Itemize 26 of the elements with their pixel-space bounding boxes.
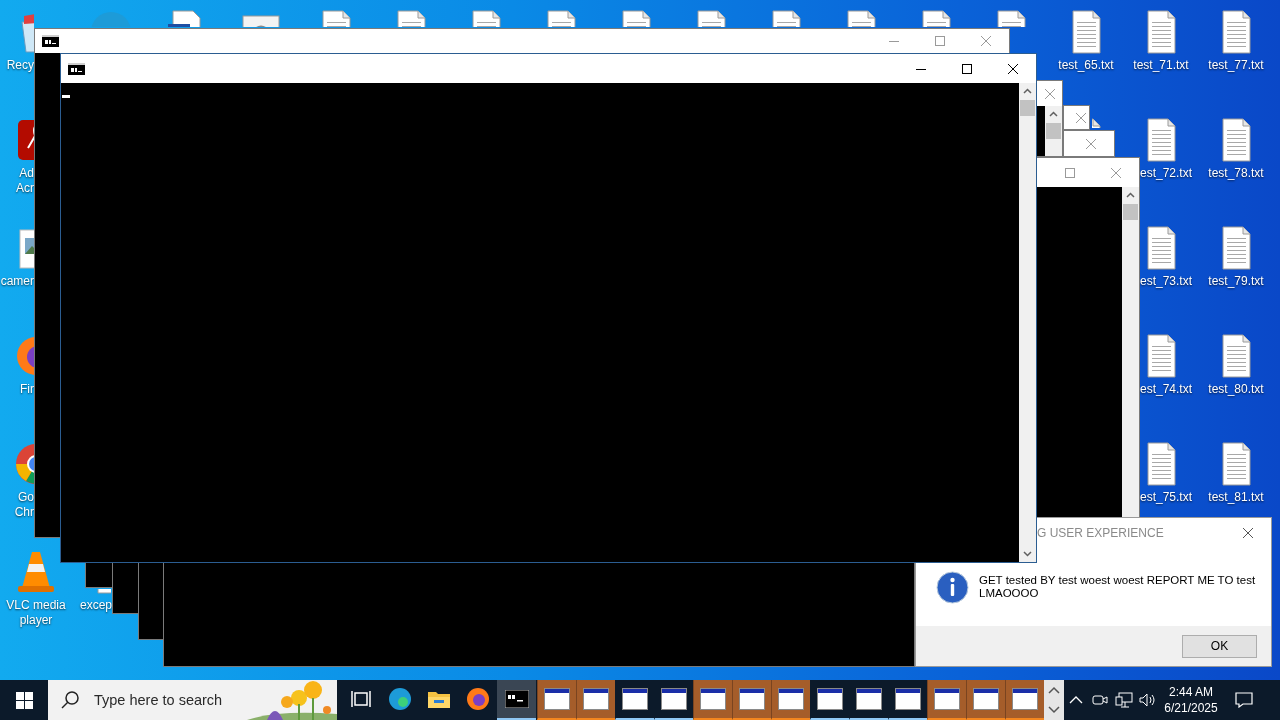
- icon-label: test_79.txt: [1207, 274, 1265, 289]
- icon-label: test_80.txt: [1207, 382, 1265, 397]
- icon-label: Fir: [20, 382, 34, 397]
- icon-label: camer: [0, 274, 34, 289]
- clock[interactable]: 2:44 AM 6/21/2025: [1160, 680, 1222, 720]
- dialog-message: GET tested BY test woest woest REPORT ME TO test LMAOOOO: [979, 574, 1257, 600]
- icon-label: Recy: [6, 58, 34, 73]
- icon-label: est_73.txt: [1140, 274, 1193, 289]
- search-placeholder: Type here to search: [94, 692, 223, 708]
- icon-label: test_81.txt: [1207, 490, 1265, 505]
- ok-button[interactable]: OK: [1182, 634, 1257, 658]
- icon-label: est_74.txt: [1140, 382, 1193, 397]
- icon-label: excep: [79, 598, 112, 613]
- icon-label: test_78.txt: [1207, 166, 1265, 181]
- icon-label: est_72.txt: [1140, 166, 1193, 181]
- icon-label: test_71.txt: [1132, 58, 1190, 73]
- icon-label: test_77.txt: [1207, 58, 1265, 73]
- dialog-title: G USER EXPERIENCE: [1037, 526, 1165, 540]
- clock-time: 2:44 AM: [1169, 684, 1213, 700]
- icon-label: VLC media player: [5, 598, 67, 628]
- icon-label: Ad Acr: [16, 166, 34, 196]
- search-field[interactable]: Type here to search: [48, 680, 337, 720]
- icon-label: Go Chr: [14, 490, 34, 520]
- icon-label: test_65.txt: [1057, 58, 1115, 73]
- icon-label: est_75.txt: [1140, 490, 1193, 505]
- clock-date: 6/21/2025: [1164, 700, 1218, 716]
